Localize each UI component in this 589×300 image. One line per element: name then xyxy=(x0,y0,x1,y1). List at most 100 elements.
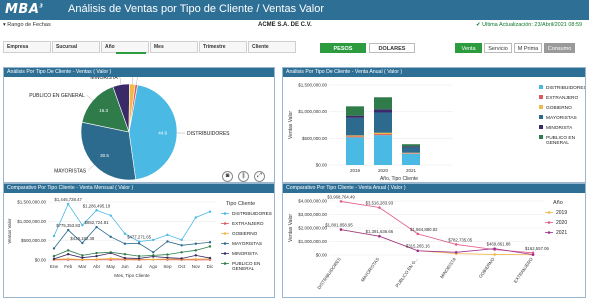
pie-leader-line xyxy=(119,77,122,85)
stack-bar-segment xyxy=(346,137,364,165)
y-axis-label: Ventas Valor xyxy=(288,111,294,139)
legend-label: EXTRANJERO xyxy=(232,221,264,226)
stack-bar-segment xyxy=(402,144,420,147)
date-range-dropdown[interactable]: ▾ Rango de Fechas xyxy=(3,22,51,28)
x-tick-label: Nov xyxy=(192,264,201,269)
data-point xyxy=(166,253,169,256)
view-servicio-button[interactable]: Servicio xyxy=(484,43,512,53)
x-tick-label: EXTRANJERO xyxy=(513,256,534,284)
data-point xyxy=(66,228,70,232)
stack-bar-segment xyxy=(402,153,420,154)
filter-sucursal[interactable]: Sucursal xyxy=(52,41,100,53)
y-tick-label: $3,000,000.00 xyxy=(298,212,327,217)
data-point xyxy=(180,251,183,254)
legend-swatch xyxy=(539,85,543,89)
data-point xyxy=(66,202,70,206)
data-label: $469,861.88 xyxy=(487,242,512,247)
data-point xyxy=(378,206,381,209)
data-point xyxy=(454,251,458,254)
legend-label: MINORISTA xyxy=(232,251,259,256)
y-axis-label: Ventas Valor xyxy=(7,218,12,244)
x-tick-label: MINORISTA xyxy=(439,257,457,280)
y-tick-label: $4,000,000.00 xyxy=(298,199,327,204)
yearly-panel-title: Comparativo Por Tipo Cliente - Venta Anu… xyxy=(283,184,585,193)
data-point xyxy=(339,228,343,231)
pie-value-label: 16.3 xyxy=(99,108,108,113)
x-tick-label: MAYORISTAS xyxy=(360,257,380,283)
x-tick-label: Ago xyxy=(149,264,158,269)
legend-swatch xyxy=(539,125,543,129)
x-tick-label: May xyxy=(106,264,115,269)
data-point xyxy=(95,251,98,255)
data-point xyxy=(339,200,343,203)
stack-bar-segment xyxy=(402,152,420,154)
monthly-panel-title: Comparativo Por Tipo Cliente - Venta Men… xyxy=(4,184,274,193)
y-axis-label: Ventas Valor xyxy=(288,214,294,242)
data-point xyxy=(52,257,56,261)
data-point xyxy=(378,234,381,238)
filter-anio[interactable]: Año xyxy=(101,41,149,54)
data-point xyxy=(95,258,98,261)
y-tick-label: $0.00 xyxy=(35,258,47,263)
data-point xyxy=(166,256,169,259)
data-point xyxy=(493,253,496,256)
legend-swatch xyxy=(539,135,543,139)
data-point xyxy=(416,232,420,236)
y-tick-label: $0.00 xyxy=(316,253,328,258)
monthly-line-chart: $0.00 $500,000.00 $1,000,000.00 $1,500,000.… xyxy=(7,197,272,278)
yearly-line-chart: $0.00 $1,000,000.00 $2,000,000.00 $3,000,00… xyxy=(288,194,567,290)
data-point xyxy=(152,254,155,257)
filter-cliente[interactable]: Cliente xyxy=(248,41,296,53)
stack-bar-segment xyxy=(374,109,392,113)
view-venta-button[interactable]: Venta xyxy=(455,43,482,53)
x-tick-label: Oct xyxy=(178,264,186,269)
legend-label: MAYORISTAS xyxy=(546,115,577,121)
stack-bar-segment xyxy=(346,117,364,136)
stack-bar-segment xyxy=(346,115,364,118)
x-tick-label: Feb xyxy=(64,264,72,269)
x-tick-label: GOBIERNO xyxy=(478,256,496,279)
y-tick-label: $500,000.00 xyxy=(21,238,47,243)
data-point xyxy=(208,245,212,248)
legend-marker xyxy=(223,232,227,235)
pesos-button[interactable]: PESOS xyxy=(320,43,366,53)
camera-icon[interactable]: ◙ xyxy=(222,171,233,182)
data-point xyxy=(531,253,535,256)
pie-value-label: 44.9 xyxy=(158,131,167,136)
filter-mes[interactable]: Mes xyxy=(150,41,198,53)
x-tick-label: Jul xyxy=(136,264,142,269)
data-point xyxy=(416,249,420,253)
filter-empresa[interactable]: Empresa xyxy=(3,41,51,53)
x-tick-label: 2019 xyxy=(350,168,361,173)
y-tick-label: $1,500,000.00 xyxy=(17,200,46,205)
y-tick-label: $1,000,000.00 xyxy=(298,109,327,114)
stack-panel-title: Análisis Por Tipo De Cliente - Venta Anu… xyxy=(283,68,585,77)
legend-label: MINORISTA xyxy=(546,125,573,131)
expand-icon[interactable]: ⤢ xyxy=(254,171,265,182)
dolares-button[interactable]: DOLARES xyxy=(369,43,415,53)
data-point xyxy=(166,240,169,243)
legend-marker xyxy=(223,212,227,215)
stack-bar-segment xyxy=(374,135,392,165)
pie-value-label: 30.5 xyxy=(100,153,109,158)
filter-trimestre[interactable]: Trimestre xyxy=(199,41,247,53)
data-label: $782,735.05 xyxy=(448,237,473,242)
legend-title: Tipo Cliente xyxy=(226,201,255,207)
pie-leader-line xyxy=(136,77,138,85)
stack-panel: Análisis Por Tipo De Cliente - Venta Anu… xyxy=(282,67,586,183)
pie-category-label: DISTRIBUIDORES xyxy=(187,131,230,137)
data-point xyxy=(194,242,198,245)
data-point xyxy=(123,253,127,256)
data-point xyxy=(95,209,98,212)
filter-bar: Empresa Sucursal Año Mes Trimestre Clien… xyxy=(3,41,296,54)
pie-category-label: MINORISTA xyxy=(90,77,118,81)
view-mprima-button[interactable]: M Prima xyxy=(514,43,542,53)
mba-logo: MBA3 xyxy=(5,2,44,17)
legend-label: 2021 xyxy=(556,230,567,236)
pie-panel-title: Análisis Por Tipo De Cliente - Ventas ( … xyxy=(4,68,274,77)
data-point xyxy=(208,210,212,213)
data-point xyxy=(123,242,127,245)
stack-bar-segment xyxy=(374,97,392,110)
columns-icon[interactable]: ∥ xyxy=(238,171,249,182)
view-consumo-button[interactable]: Consumo xyxy=(544,43,575,53)
